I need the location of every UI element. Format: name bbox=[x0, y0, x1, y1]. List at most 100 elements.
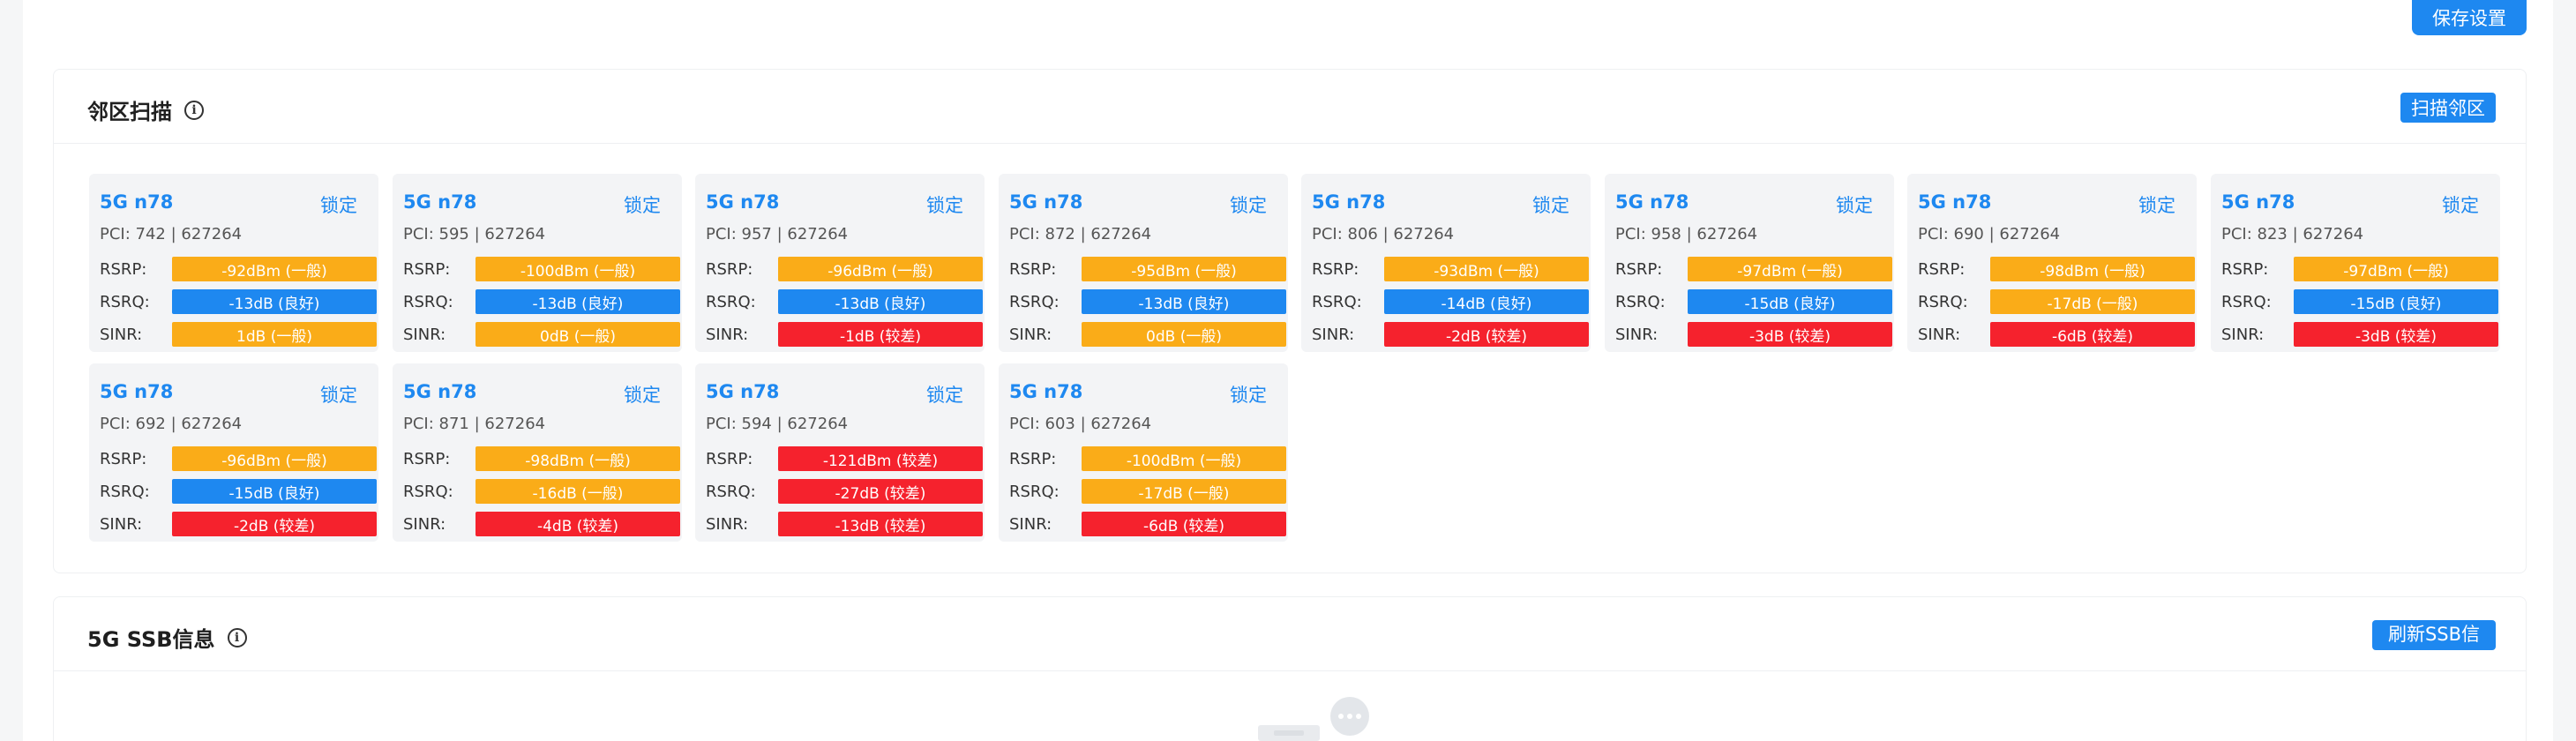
rsrq-row: RSRQ: -15dB (良好) bbox=[100, 479, 377, 504]
rsrq-value-badge: -15dB (良好) bbox=[172, 479, 377, 504]
lock-cell-link[interactable]: 锁定 bbox=[1836, 191, 1873, 218]
info-icon[interactable]: i bbox=[184, 100, 204, 120]
rsrp-value-badge: -98dBm (一般) bbox=[476, 446, 680, 471]
rsrq-label: RSRQ: bbox=[403, 293, 453, 311]
rsrq-value-badge: -17dB (一般) bbox=[1990, 289, 2195, 314]
rsrp-label: RSRP: bbox=[1918, 260, 1966, 279]
rsrp-row: RSRP: -97dBm (一般) bbox=[1615, 257, 1892, 281]
sinr-row: SINR: -6dB (较差) bbox=[1009, 512, 1286, 536]
rsrp-row: RSRP: -92dBm (一般) bbox=[100, 257, 377, 281]
rsrp-value-badge: -96dBm (一般) bbox=[778, 257, 983, 281]
rsrq-row: RSRQ: -16dB (一般) bbox=[403, 479, 680, 504]
lock-cell-link[interactable]: 锁定 bbox=[926, 191, 963, 218]
rsrq-value-badge: -27dB (较差) bbox=[778, 479, 983, 504]
neighbor-cell-card: 5G n78 锁定 PCI: 871 | 627264 RSRP: -98dBm (一般… bbox=[393, 363, 682, 542]
ssb-info-header: 5G SSB信息 i 刷新SSB信息 bbox=[54, 597, 2526, 671]
rsrq-row: RSRQ: -13dB (良好) bbox=[100, 289, 377, 314]
sinr-row: SINR: -2dB (较差) bbox=[100, 512, 377, 536]
rsrp-row: RSRP: -121dBm (较差) bbox=[706, 446, 983, 471]
sinr-label: SINR: bbox=[403, 515, 446, 534]
rsrp-label: RSRP: bbox=[403, 450, 451, 468]
lock-cell-link[interactable]: 锁定 bbox=[624, 191, 661, 218]
rsrp-row: RSRP: -98dBm (一般) bbox=[403, 446, 680, 471]
neighbor-scan-title: 邻区扫描 i bbox=[87, 94, 204, 125]
rsrq-label: RSRQ: bbox=[1918, 293, 1968, 311]
cell-pci-arfcn: PCI: 871 | 627264 bbox=[403, 415, 546, 433]
lock-cell-link[interactable]: 锁定 bbox=[624, 381, 661, 408]
info-icon[interactable]: i bbox=[227, 627, 247, 647]
lock-cell-link[interactable]: 锁定 bbox=[320, 191, 357, 218]
sinr-value-badge: -4dB (较差) bbox=[476, 512, 680, 536]
cell-pci-arfcn: PCI: 823 | 627264 bbox=[2221, 225, 2364, 243]
sinr-label: SINR: bbox=[1615, 326, 1659, 344]
rsrq-value-badge: -17dB (一般) bbox=[1082, 479, 1286, 504]
rsrq-label: RSRQ: bbox=[100, 483, 150, 501]
rsrq-label: RSRQ: bbox=[1615, 293, 1666, 311]
rsrq-row: RSRQ: -17dB (一般) bbox=[1009, 479, 1286, 504]
neighbor-cell-card: 5G n78 锁定 PCI: 692 | 627264 RSRP: -96dBm (一般… bbox=[89, 363, 378, 542]
lock-cell-link[interactable]: 锁定 bbox=[1230, 191, 1267, 218]
cell-pci-arfcn: PCI: 594 | 627264 bbox=[706, 415, 849, 433]
cell-band-label: 5G n78 bbox=[1615, 191, 1689, 213]
rsrq-value-badge: -14dB (良好) bbox=[1384, 289, 1589, 314]
cell-band-label: 5G n78 bbox=[706, 191, 780, 213]
cell-band-label: 5G n78 bbox=[403, 381, 477, 402]
rsrq-label: RSRQ: bbox=[706, 293, 756, 311]
rsrq-label: RSRQ: bbox=[706, 483, 756, 501]
ssb-info-title-text: 5G SSB信息 bbox=[87, 627, 215, 652]
lock-cell-link[interactable]: 锁定 bbox=[2442, 191, 2479, 218]
save-settings-button[interactable]: 保存设置 bbox=[2412, 0, 2527, 35]
rsrq-row: RSRQ: -27dB (较差) bbox=[706, 479, 983, 504]
rsrp-row: RSRP: -95dBm (一般) bbox=[1009, 257, 1286, 281]
neighbor-cell-card: 5G n78 锁定 PCI: 742 | 627264 RSRP: -92dBm (一般… bbox=[89, 174, 378, 352]
scan-neighbors-button[interactable]: 扫描邻区 bbox=[2400, 93, 2496, 123]
rsrp-value-badge: -92dBm (一般) bbox=[172, 257, 377, 281]
rsrp-label: RSRP: bbox=[403, 260, 451, 279]
sinr-row: SINR: -3dB (较差) bbox=[2221, 322, 2498, 347]
rsrp-row: RSRP: -93dBm (一般) bbox=[1312, 257, 1589, 281]
sinr-value-badge: -2dB (较差) bbox=[172, 512, 377, 536]
neighbor-cell-card: 5G n78 锁定 PCI: 594 | 627264 RSRP: -121dBm (较… bbox=[695, 363, 985, 542]
rsrp-value-badge: -93dBm (一般) bbox=[1384, 257, 1589, 281]
rsrq-row: RSRQ: -13dB (良好) bbox=[706, 289, 983, 314]
cell-band-label: 5G n78 bbox=[1312, 191, 1386, 213]
sinr-row: SINR: 0dB (一般) bbox=[1009, 322, 1286, 347]
rsrq-row: RSRQ: -14dB (良好) bbox=[1312, 289, 1589, 314]
rsrp-label: RSRP: bbox=[706, 260, 753, 279]
rsrp-label: RSRP: bbox=[100, 260, 147, 279]
rsrq-label: RSRQ: bbox=[403, 483, 453, 501]
rsrp-row: RSRP: -100dBm (一般) bbox=[1009, 446, 1286, 471]
sinr-label: SINR: bbox=[403, 326, 446, 344]
rsrq-row: RSRQ: -13dB (良好) bbox=[1009, 289, 1286, 314]
sinr-row: SINR: -13dB (较差) bbox=[706, 512, 983, 536]
rsrq-value-badge: -15dB (良好) bbox=[1688, 289, 1892, 314]
sinr-row: SINR: -6dB (较差) bbox=[1918, 322, 2195, 347]
neighbor-cell-grid: 5G n78 锁定 PCI: 742 | 627264 RSRP: -92dBm (一般… bbox=[89, 174, 2524, 553]
lock-cell-link[interactable]: 锁定 bbox=[2138, 191, 2175, 218]
sinr-value-badge: -6dB (较差) bbox=[1082, 512, 1286, 536]
rsrq-value-badge: -16dB (一般) bbox=[476, 479, 680, 504]
rsrq-row: RSRQ: -13dB (良好) bbox=[403, 289, 680, 314]
rsrq-label: RSRQ: bbox=[1009, 483, 1060, 501]
neighbor-cell-card: 5G n78 锁定 PCI: 872 | 627264 RSRP: -95dBm (一般… bbox=[999, 174, 1288, 352]
rsrq-row: RSRQ: -15dB (良好) bbox=[2221, 289, 2498, 314]
sinr-value-badge: 0dB (一般) bbox=[476, 322, 680, 347]
neighbor-scan-card: 邻区扫描 i 扫描邻区 5G n78 锁定 PCI: 742 | 627264 RSR… bbox=[53, 69, 2527, 573]
lock-cell-link[interactable]: 锁定 bbox=[1532, 191, 1569, 218]
sinr-label: SINR: bbox=[706, 515, 749, 534]
sinr-row: SINR: 0dB (一般) bbox=[403, 322, 680, 347]
neighbor-cell-card: 5G n78 锁定 PCI: 603 | 627264 RSRP: -100dBm (一… bbox=[999, 363, 1288, 542]
lock-cell-link[interactable]: 锁定 bbox=[926, 381, 963, 408]
rsrp-label: RSRP: bbox=[706, 450, 753, 468]
rsrp-label: RSRP: bbox=[1615, 260, 1663, 279]
sinr-label: SINR: bbox=[1918, 326, 1961, 344]
rsrp-row: RSRP: -96dBm (一般) bbox=[706, 257, 983, 281]
empty-data-icon bbox=[1258, 697, 1369, 741]
sinr-label: SINR: bbox=[2221, 326, 2265, 344]
cell-band-label: 5G n78 bbox=[100, 191, 174, 213]
sinr-label: SINR: bbox=[1009, 326, 1052, 344]
rsrp-label: RSRP: bbox=[1312, 260, 1359, 279]
lock-cell-link[interactable]: 锁定 bbox=[320, 381, 357, 408]
refresh-ssb-button[interactable]: 刷新SSB信息 bbox=[2372, 620, 2496, 671]
lock-cell-link[interactable]: 锁定 bbox=[1230, 381, 1267, 408]
